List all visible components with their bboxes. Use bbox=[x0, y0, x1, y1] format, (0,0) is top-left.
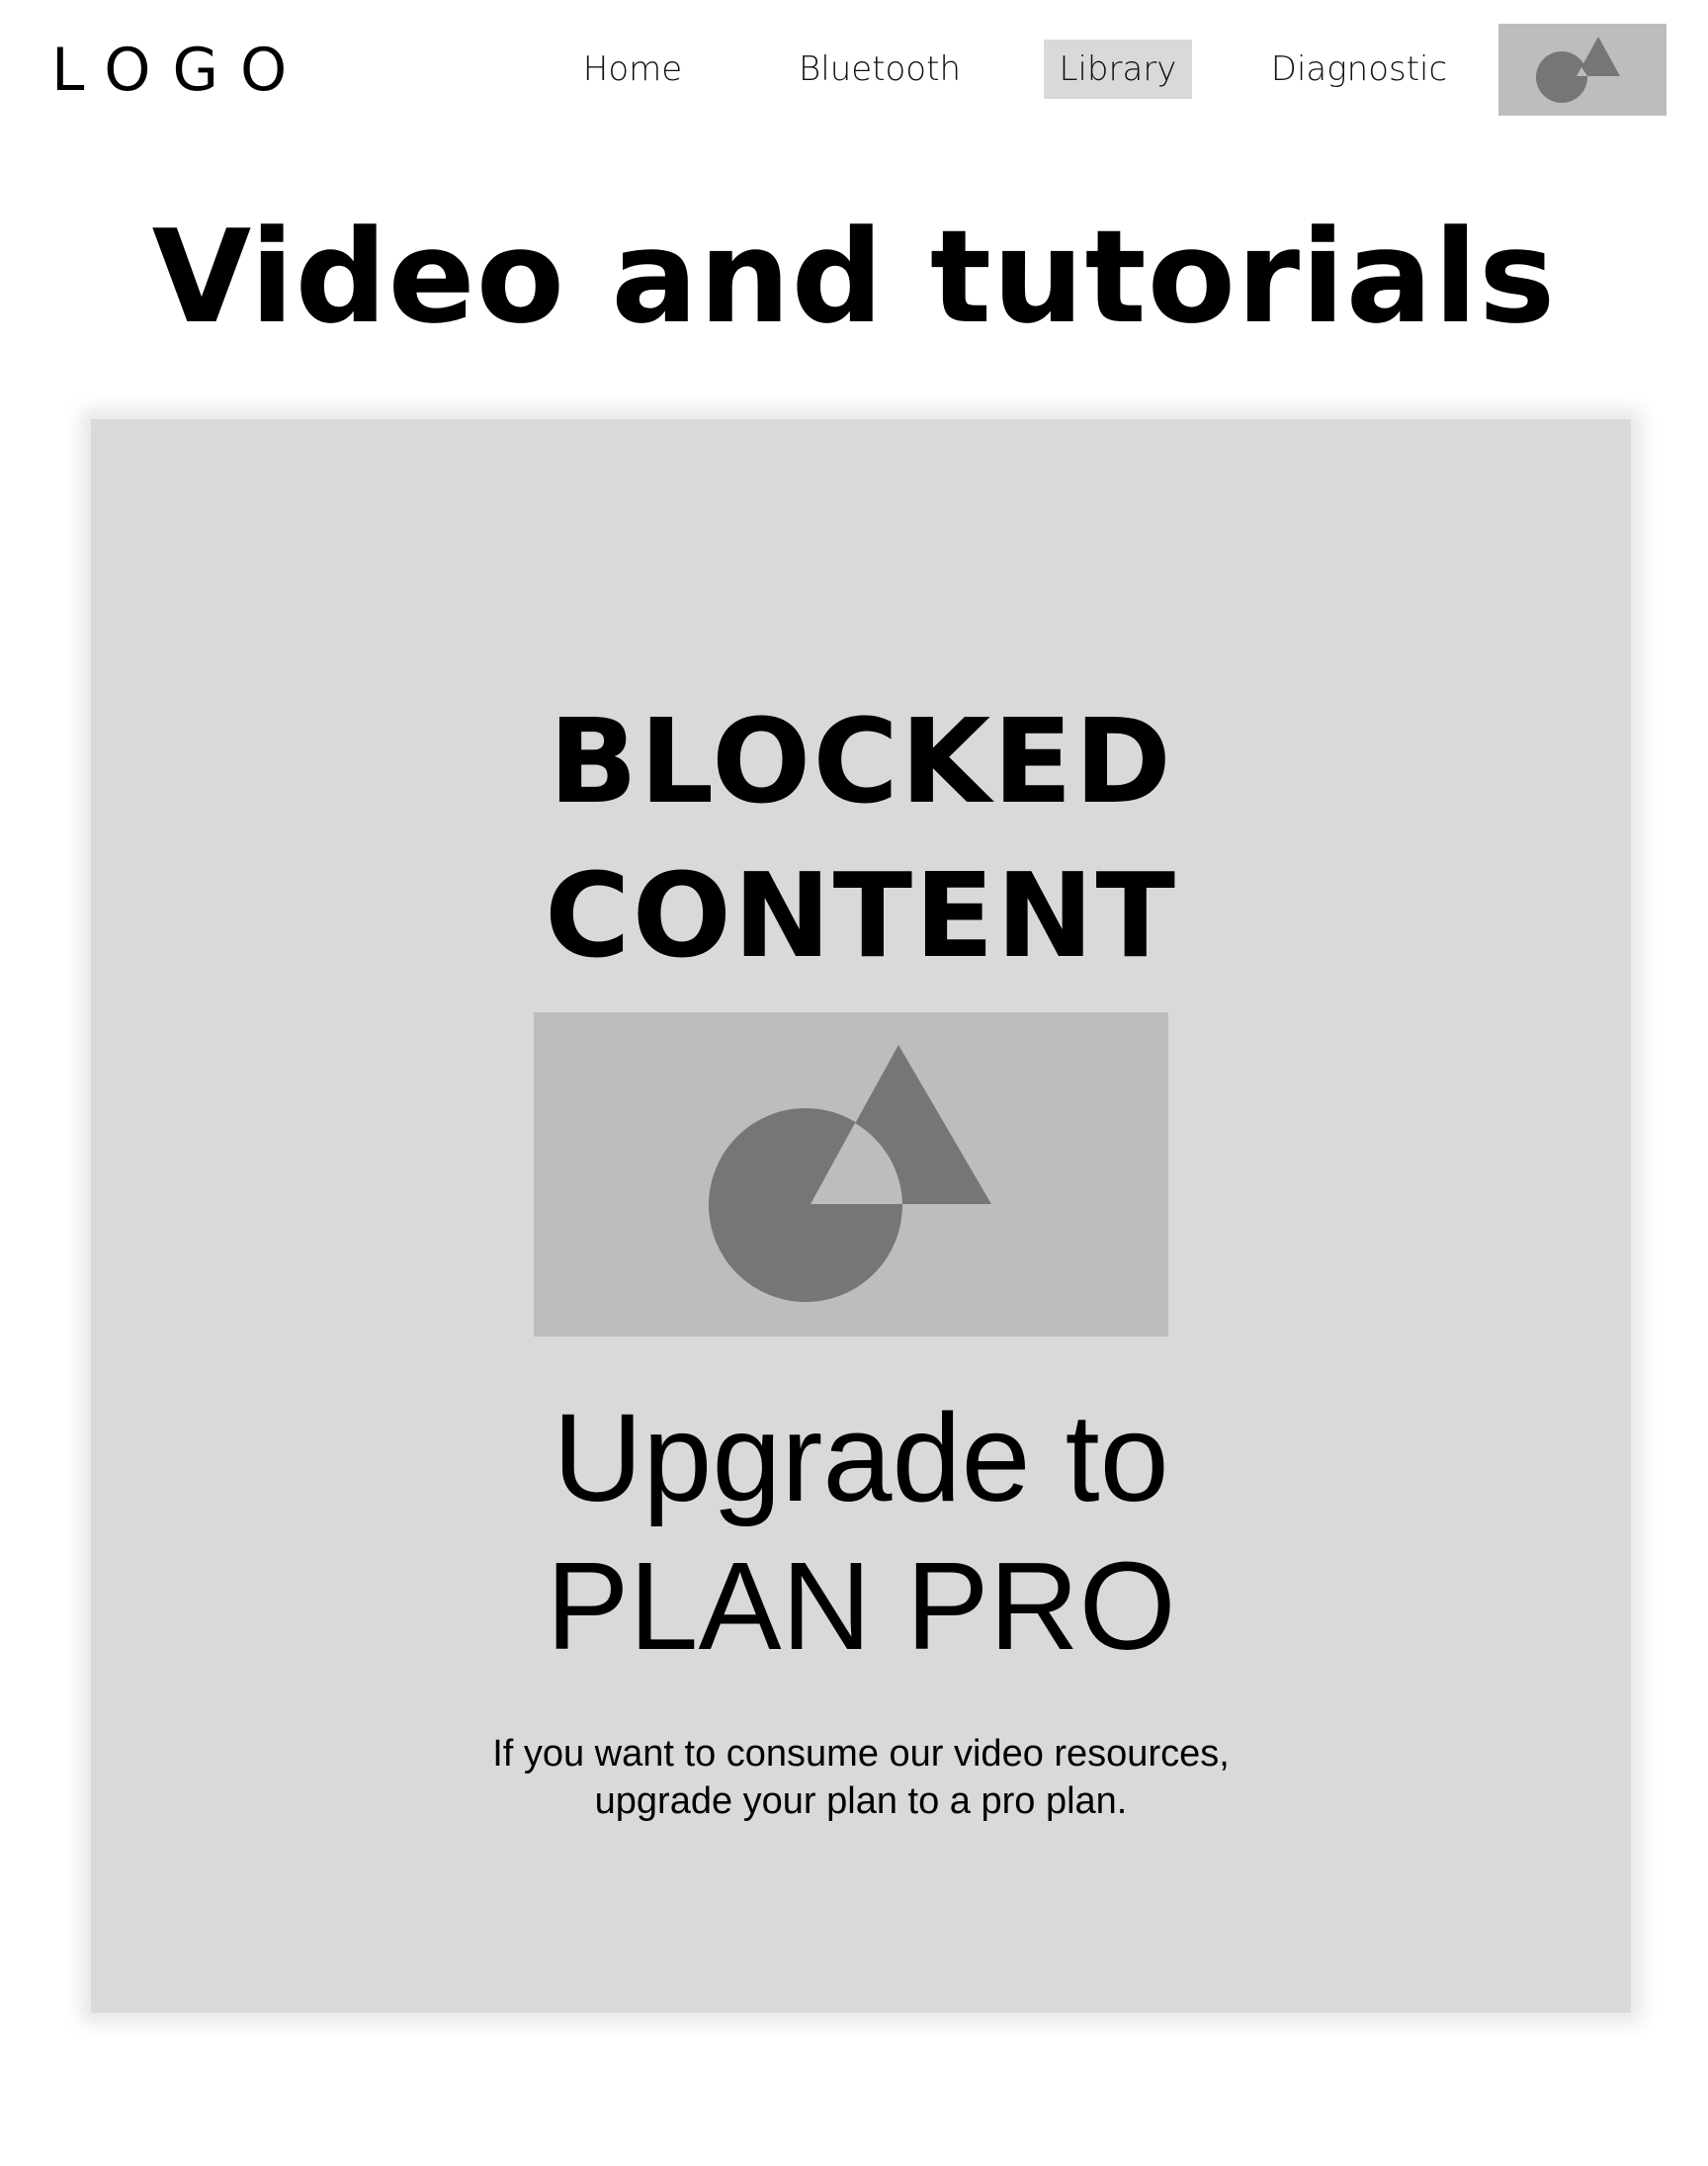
upgrade-description: If you want to consume our video resourc… bbox=[367, 1730, 1355, 1825]
image-placeholder bbox=[534, 1012, 1168, 1337]
blocked-line-2: CONTENT bbox=[544, 847, 1177, 984]
description-line-1: If you want to consume our video resourc… bbox=[492, 1733, 1230, 1775]
nav-item-diagnostic[interactable]: Diagnostic bbox=[1255, 40, 1463, 99]
avatar[interactable] bbox=[1498, 24, 1666, 116]
upgrade-line-1: Upgrade to bbox=[553, 1388, 1169, 1527]
image-placeholder-icon bbox=[709, 1045, 991, 1302]
upgrade-heading: Upgrade to PLAN PRO bbox=[91, 1384, 1631, 1681]
logo[interactable]: LOGO bbox=[51, 38, 308, 103]
blocked-content-heading: BLOCKED CONTENT bbox=[91, 684, 1631, 993]
page-title: Video and tutorials bbox=[151, 202, 1557, 352]
nav-item-bluetooth[interactable]: Bluetooth bbox=[781, 40, 979, 99]
top-navbar: LOGO Home Bluetooth Library Diagnostic bbox=[0, 0, 1708, 129]
description-line-2: upgrade your plan to a pro plan. bbox=[594, 1780, 1128, 1822]
blocked-line-1: BLOCKED bbox=[549, 693, 1173, 829]
upgrade-line-2: PLAN PRO bbox=[546, 1536, 1176, 1676]
nav-item-library[interactable]: Library bbox=[1044, 40, 1192, 99]
image-placeholder-icon bbox=[1536, 37, 1620, 103]
nav-item-home[interactable]: Home bbox=[554, 40, 712, 99]
blocked-content-card: BLOCKED CONTENT Upgrade to PLAN PRO If y… bbox=[91, 419, 1631, 2013]
